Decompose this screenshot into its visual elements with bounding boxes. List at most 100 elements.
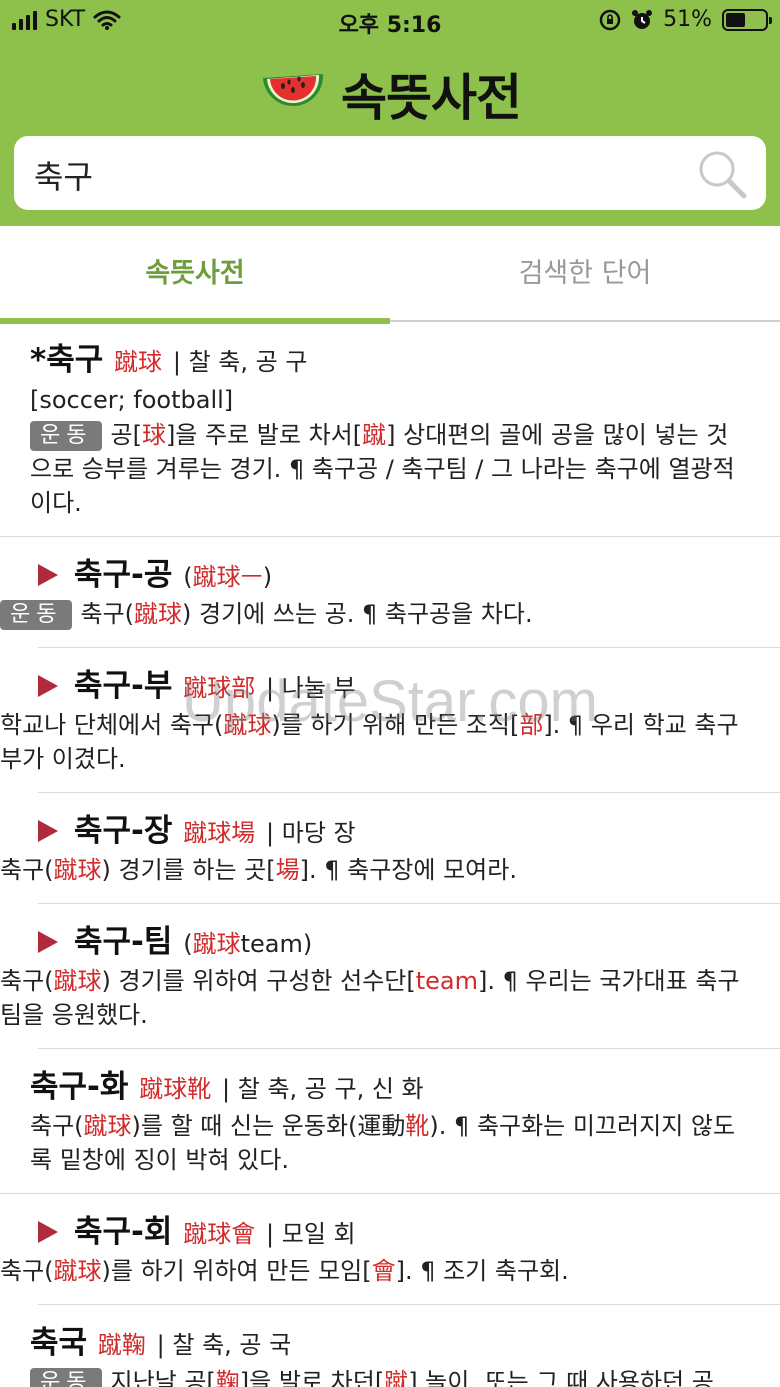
hanja-text: 蹴球場	[183, 819, 256, 847]
definition: 축구(蹴球) 경기를 위하여 구성한 선수단[team]. ¶ 우리는 국가대표…	[0, 964, 750, 1032]
definition-hanja: 蹴球	[53, 856, 102, 884]
definition-text: ) 경기를 하는 곳[	[101, 856, 276, 884]
definition-text: ]. ¶ 조기 축구회.	[395, 1257, 569, 1285]
definition: 축구(蹴球)를 할 때 신는 운동화(運動靴). ¶ 축구화는 미끄러지지 않도…	[30, 1109, 750, 1177]
hanja-meaning: | 찰 축, 공 구, 신 화	[222, 1075, 424, 1103]
english-gloss: [soccer; football]	[30, 386, 234, 414]
definition-hanja: team	[415, 967, 478, 995]
sub-entry-marker-icon	[38, 820, 58, 842]
definition-hanja: 蹴球	[53, 967, 102, 995]
definition-hanja: 蹴球	[223, 711, 272, 739]
search-input[interactable]: 축구	[34, 152, 93, 198]
sub-entry-marker-icon	[38, 931, 58, 953]
definition-hanja: 蹴球	[134, 600, 183, 628]
definition-text: 축구(	[0, 967, 54, 995]
watermelon-icon	[263, 74, 324, 107]
definition: 축구(蹴球) 경기를 하는 곳[場]. ¶ 축구장에 모여라.	[0, 853, 750, 887]
list-item[interactable]: *축구 蹴球 | 찰 축, 공 구 [soccer; football] 운동 공[球…	[0, 322, 780, 537]
app-header: SKT 오후 5:16 51% 속뜻사전 축구	[0, 0, 780, 226]
definition-text: )를 할 때 신는 운동화(運動	[131, 1112, 406, 1140]
definition-text: )를 하기 위하여 만든 모임[	[101, 1257, 372, 1285]
definition: 운동 지난날 공[鞠]을 발로 차던[蹴] 놀이. 또는 그 때 사용하던 공.	[30, 1365, 750, 1387]
tab-dictionary[interactable]: 속뜻사전	[0, 226, 390, 324]
definition-hanja: 場	[275, 856, 300, 884]
definition-text: 축구(	[0, 856, 54, 884]
hanja-text: 蹴球	[192, 930, 241, 958]
headword: 축국	[30, 1325, 88, 1361]
hanja-text: 蹴球ㅡ	[192, 563, 263, 591]
definition-text: ]을 발로 차던[	[239, 1368, 385, 1387]
headword: *축구	[30, 342, 104, 378]
definition-text: ]. ¶ 축구장에 모여라.	[299, 856, 517, 884]
app-brand: 속뜻사전	[0, 58, 780, 130]
category-badge: 운동	[30, 1368, 103, 1387]
paren-open: (	[183, 930, 193, 958]
definition-text: 축구(	[0, 1257, 54, 1285]
headword: 축구-팀	[74, 924, 173, 960]
definition-text: ) 경기에 쓰는 공. ¶ 축구공을 차다.	[182, 600, 533, 628]
definition-text: ] 놀이. 또는 그 때 사용하던 공.	[408, 1368, 722, 1387]
paren-close: )	[302, 930, 313, 958]
hanja-tail: team	[240, 930, 303, 958]
tab-search-history[interactable]: 검색한 단어	[390, 226, 780, 322]
list-item[interactable]: 축구-장 蹴球場 | 마당 장 축구(蹴球) 경기를 하는 곳[場]. ¶ 축구장…	[0, 793, 780, 904]
definition-hanja: 蹴	[362, 421, 387, 449]
app-title: 속뜻사전	[341, 69, 522, 127]
entry-heading: *축구 蹴球 | 찰 축, 공 구	[30, 340, 750, 382]
definition-text: 공[	[110, 421, 142, 449]
status-bar: SKT 오후 5:16 51%	[0, 0, 780, 40]
hanja-meaning: | 찰 축, 공 구	[172, 348, 308, 376]
headword: 축구-부	[74, 668, 173, 704]
hanja-meaning: | 찰 축, 공 국	[156, 1331, 292, 1359]
category-badge: 운동	[30, 421, 103, 451]
entry-heading: 축구-회 蹴球會 | 모일 회	[38, 1212, 750, 1254]
hanja-text: 蹴球會	[183, 1220, 256, 1248]
list-item[interactable]: 축구-회 蹴球會 | 모일 회 축구(蹴球)를 하기 위하여 만든 모임[會]. …	[0, 1194, 780, 1305]
headword: 축구-장	[74, 813, 173, 849]
category-badge: 운동	[0, 600, 73, 630]
definition: 운동 축구(蹴球) 경기에 쓰는 공. ¶ 축구공을 차다.	[0, 597, 750, 631]
hanja-meaning: | 모일 회	[266, 1220, 356, 1248]
list-item[interactable]: 축구-화 蹴球靴 | 찰 축, 공 구, 신 화 축구(蹴球)를 할 때 신는 운…	[0, 1049, 780, 1194]
search-bar[interactable]: 축구	[14, 136, 766, 210]
definition: 운동 공[球]을 주로 발로 차서[蹴] 상대편의 골에 공을 많이 넣는 것으로…	[30, 418, 750, 520]
hanja-text: 蹴球部	[183, 674, 256, 702]
sub-entry-marker-icon	[38, 1221, 58, 1243]
definition-text: 지난날 공[	[110, 1368, 216, 1387]
list-item[interactable]: 축구-팀 (蹴球team) 축구(蹴球) 경기를 위하여 구성한 선수단[team…	[0, 904, 780, 1049]
sub-entry-marker-icon	[38, 564, 58, 586]
list-item[interactable]: 축구-공 (蹴球ㅡ) 운동 축구(蹴球) 경기에 쓰는 공. ¶ 축구공을 차다.	[0, 537, 780, 648]
headword: 축구-공	[74, 557, 173, 593]
definition-hanja: 鞠	[215, 1368, 240, 1387]
entry-heading: 축구-공 (蹴球ㅡ)	[38, 555, 750, 597]
hanja-meaning: | 나눌 부	[266, 674, 356, 702]
tab-bar: 속뜻사전 검색한 단어	[0, 226, 780, 324]
definition-text: )를 하기 위해 만든 조직[	[271, 711, 520, 739]
paren-close: )	[262, 563, 273, 591]
search-icon[interactable]	[696, 148, 748, 200]
entry-heading: 축구-장 蹴球場 | 마당 장	[38, 811, 750, 853]
definition: 학교나 단체에서 축구(蹴球)를 하기 위해 만든 조직[部]. ¶ 우리 학교…	[0, 708, 750, 776]
definition-text: 축구(	[30, 1112, 84, 1140]
definition-hanja: 蹴	[384, 1368, 409, 1387]
definition-hanja: 蹴球	[83, 1112, 132, 1140]
definition-text: 학교나 단체에서 축구(	[0, 711, 224, 739]
sub-entry-marker-icon	[38, 675, 58, 697]
hanja-meaning: | 마당 장	[266, 819, 356, 847]
hanja-text: 蹴球靴	[139, 1075, 212, 1103]
definition-hanja: 靴	[405, 1112, 430, 1140]
definition-hanja: 球	[141, 421, 166, 449]
paren-open: (	[183, 563, 193, 591]
alarm-icon	[632, 9, 653, 29]
list-item[interactable]: 축국 蹴鞠 | 찰 축, 공 국 운동 지난날 공[鞠]을 발로 차던[蹴] 놀이.…	[0, 1305, 780, 1387]
definition: 축구(蹴球)를 하기 위하여 만든 모임[會]. ¶ 조기 축구회.	[0, 1254, 750, 1288]
definition-hanja: 會	[371, 1257, 396, 1285]
definition-text: 축구(	[80, 600, 135, 628]
headword: 축구-회	[74, 1214, 173, 1250]
entry-heading: 축구-화 蹴球靴 | 찰 축, 공 구, 신 화	[30, 1067, 750, 1109]
hanja-text: 蹴鞠	[97, 1331, 146, 1359]
definition-hanja: 蹴球	[53, 1257, 102, 1285]
battery-percent: 51%	[663, 7, 712, 32]
list-item[interactable]: 축구-부 蹴球部 | 나눌 부 학교나 단체에서 축구(蹴球)를 하기 위해 만든…	[0, 648, 780, 793]
entry-heading: 축구-부 蹴球部 | 나눌 부	[38, 666, 750, 708]
